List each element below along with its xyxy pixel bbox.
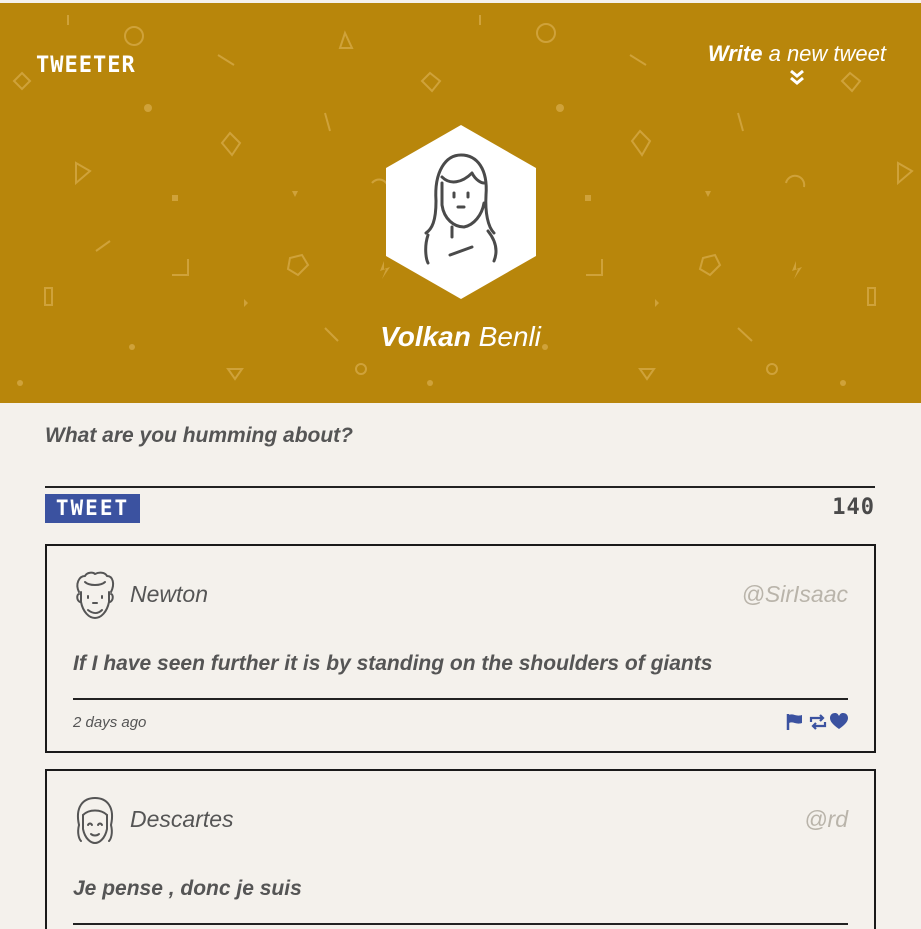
tweet-author-handle[interactable]: @SirIsaac — [742, 581, 848, 608]
tweet-text: Je pense , donc je suis — [73, 877, 848, 925]
tweet-author-name[interactable]: Descartes — [130, 806, 234, 833]
profile-last-name: Benli — [470, 321, 541, 352]
write-link-bold: Write — [707, 41, 763, 66]
profile-first-name: Volkan — [380, 321, 471, 352]
tweet-text: If I have seen further it is by standing… — [73, 652, 848, 700]
profile-header: TWEETER Write a new tweet Volkan Benli — [0, 3, 921, 403]
tweet-header: Descartes @rd — [73, 795, 848, 855]
tweet-footer: 2 days ago — [73, 700, 848, 756]
compose-area: What are you humming about? TWEET 140 — [45, 422, 875, 529]
profile-name: Volkan Benli — [0, 321, 921, 353]
tweet-card: Descartes @rd Je pense , donc je suis — [45, 769, 876, 929]
write-new-tweet-link[interactable]: Write a new tweet — [708, 41, 886, 85]
compose-input[interactable]: What are you humming about? — [45, 422, 875, 488]
tweet-author-handle[interactable]: @rd — [804, 806, 848, 833]
tweet-header: Newton @SirIsaac — [73, 570, 848, 630]
char-count: 140 — [832, 495, 875, 520]
brand-logo[interactable]: TWEETER — [36, 53, 136, 78]
compose-bar: TWEET 140 — [45, 493, 875, 529]
tweet-button[interactable]: TWEET — [45, 494, 140, 523]
double-chevron-down-icon — [789, 69, 804, 85]
retweet-icon[interactable] — [808, 713, 827, 731]
heart-icon[interactable] — [830, 713, 848, 731]
tweet-timestamp: 2 days ago — [73, 714, 147, 731]
tweet-author-name[interactable]: Newton — [130, 581, 208, 608]
man-avatar-icon[interactable] — [73, 570, 117, 622]
write-link-rest: a new tweet — [762, 41, 886, 66]
profile-avatar — [386, 125, 536, 299]
tweet-card: Newton @SirIsaac If I have seen further … — [45, 544, 876, 753]
flag-icon[interactable] — [786, 713, 804, 731]
woman-avatar-icon[interactable] — [73, 795, 117, 847]
tweet-actions — [786, 713, 848, 731]
